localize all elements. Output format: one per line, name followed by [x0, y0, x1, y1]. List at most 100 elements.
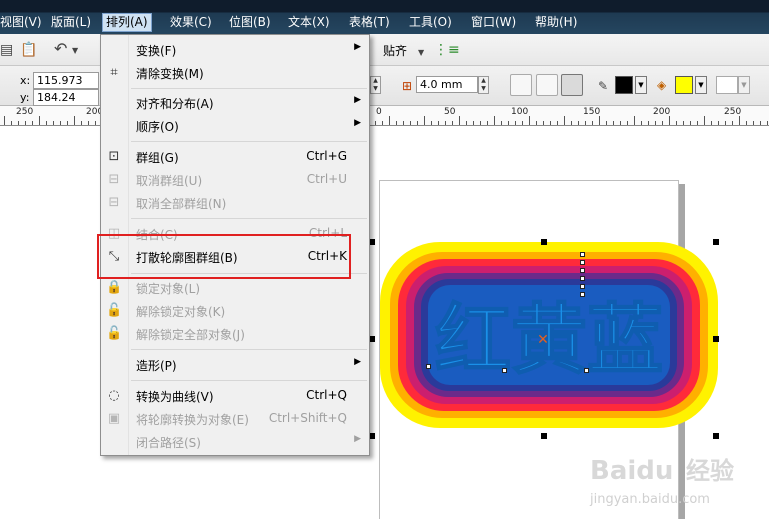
menu-item-lock-object[interactable]: 🔒 锁定对象(L) — [101, 277, 369, 299]
clear-transform-icon: ⌗ — [110, 65, 118, 80]
menu-text[interactable]: 文本(X) — [288, 14, 330, 30]
menu-table[interactable]: 表格(T) — [349, 14, 390, 30]
ruler-tick — [606, 121, 607, 125]
ruler-tick — [634, 116, 635, 125]
menu-item-label: 取消全部群组(N) — [136, 197, 227, 211]
ruler-tick — [74, 116, 75, 125]
outline-color-dropdown[interactable]: ▼ — [635, 76, 647, 94]
contour-to-center-button[interactable] — [510, 74, 532, 96]
menu-tools[interactable]: 工具(O) — [409, 14, 452, 30]
menu-window[interactable]: 窗口(W) — [471, 14, 516, 30]
menu-item-convert-to-curves[interactable]: ◌ 转换为曲线(V) Ctrl+Q — [101, 385, 369, 407]
selection-handle[interactable] — [713, 239, 719, 245]
x-label: x: — [20, 74, 31, 87]
menu-item-outline-to-object[interactable]: ▣ 将轮廓转换为对象(E) Ctrl+Shift+Q — [101, 408, 369, 430]
menu-arrange[interactable]: 排列(A) — [102, 13, 152, 32]
menu-item-ungroup-all[interactable]: ⊟ 取消全部群组(N) — [101, 192, 369, 214]
save-icon[interactable]: ▤ — [0, 42, 13, 58]
ruler-label: 250 — [16, 107, 34, 117]
menu-item-label: 转换为曲线(V) — [136, 390, 214, 404]
snap-dropdown-icon[interactable]: ▼ — [418, 45, 424, 61]
paste-icon[interactable]: 📋 — [20, 42, 37, 58]
ruler-tick — [515, 121, 516, 125]
contour-outside-button[interactable] — [561, 74, 583, 96]
selection-handle[interactable] — [541, 433, 547, 439]
menu-bitmaps[interactable]: 位图(B) — [229, 14, 271, 30]
ruler-tick — [592, 121, 593, 125]
ruler-tick — [459, 116, 460, 125]
submenu-arrow-icon: ▶ — [354, 118, 361, 128]
ruler-tick — [424, 116, 425, 125]
ruler-tick — [760, 121, 761, 125]
ruler-tick — [578, 121, 579, 125]
x-position-field[interactable]: 115.973 mm — [33, 72, 99, 102]
menu-separator — [131, 141, 367, 142]
menu-item-order[interactable]: 顺序(O) ▶ — [101, 115, 369, 137]
ruler-tick — [410, 121, 411, 125]
ruler-tick — [417, 121, 418, 125]
ruler-tick — [767, 121, 768, 125]
ruler-tick — [725, 121, 726, 125]
contour-node[interactable] — [584, 368, 589, 373]
undo-dropdown-icon[interactable]: ▼ — [72, 43, 78, 59]
contour-inside-button[interactable] — [536, 74, 558, 96]
ruler-tick — [522, 121, 523, 125]
menu-item-label: 取消群组(U) — [136, 174, 203, 188]
width-spinner[interactable]: ▲ ▼ — [370, 76, 381, 94]
menu-layout[interactable]: 版面(L) — [51, 14, 91, 30]
ruler-tick — [466, 121, 467, 125]
outline-width-field[interactable]: 4.0 mm — [416, 76, 478, 93]
selection-handle[interactable] — [713, 433, 719, 439]
contour-node[interactable] — [580, 284, 585, 289]
ruler-label: 50 — [444, 107, 456, 117]
ruler-tick — [53, 121, 54, 125]
menu-item-ungroup[interactable]: ⊟ 取消群组(U) Ctrl+U — [101, 169, 369, 191]
ruler-tick — [487, 121, 488, 125]
contour-text-artwork[interactable]: 红黄蓝 ✕ — [378, 236, 720, 432]
menu-item-label: 群组(G) — [136, 151, 179, 165]
ruler-tick — [690, 121, 691, 125]
menu-item-close-path[interactable]: 闭合路径(S) ▶ — [101, 431, 369, 453]
menu-view[interactable]: 视图(V) — [0, 14, 42, 30]
menu-item-group[interactable]: ⊡ 群组(G) Ctrl+G — [101, 146, 369, 168]
selection-handle[interactable] — [541, 239, 547, 245]
snap-to-button[interactable]: 贴齐 — [383, 43, 407, 59]
contour-node[interactable] — [426, 364, 431, 369]
contour-node[interactable] — [580, 268, 585, 273]
ruler-tick — [613, 121, 614, 125]
watermark-brand: Baidu — [590, 456, 673, 486]
selection-handle[interactable] — [713, 336, 719, 342]
menu-help[interactable]: 帮助(H) — [535, 14, 577, 30]
contour-node[interactable] — [580, 260, 585, 265]
menu-item-align-distribute[interactable]: 对齐和分布(A) ▶ — [101, 92, 369, 114]
menu-item-shaping[interactable]: 造形(P) ▶ — [101, 354, 369, 376]
undo-icon[interactable]: ↶ — [54, 41, 67, 57]
outline-width-spinner[interactable]: ▲ ▼ — [478, 76, 489, 94]
accel-color-swatch[interactable] — [716, 76, 738, 94]
ruler-tick — [718, 121, 719, 125]
fill-color-dropdown[interactable]: ▼ — [695, 76, 707, 94]
menu-item-unlock-all[interactable]: 🔓 解除锁定全部对象(J) — [101, 323, 369, 345]
y-position-field[interactable]: 184.24 mm — [33, 89, 99, 119]
outline-object-icon: ▣ — [107, 411, 121, 426]
outline-color-swatch[interactable] — [615, 76, 633, 94]
menu-item-transform[interactable]: 变换(F) ▶ — [101, 39, 369, 61]
ruler-tick — [60, 121, 61, 125]
menu-effects[interactable]: 效果(C) — [170, 14, 212, 30]
ruler-tick — [508, 121, 509, 125]
fill-color-swatch[interactable] — [675, 76, 693, 94]
menu-separator — [131, 349, 367, 350]
ruler-tick — [39, 116, 40, 125]
menu-item-unlock-object[interactable]: 🔓 解除锁定对象(K) — [101, 300, 369, 322]
outline-pen-icon: ✎ — [598, 79, 609, 93]
ruler-tick — [494, 116, 495, 125]
menu-item-clear-transform[interactable]: ⌗ 清除变换(M) — [101, 62, 369, 84]
contour-node[interactable] — [580, 252, 585, 257]
ruler-tick — [396, 121, 397, 125]
contour-node[interactable] — [580, 276, 585, 281]
contour-node[interactable] — [580, 292, 585, 297]
snap-options-icon[interactable]: ⋮≡ — [434, 42, 460, 58]
menu-separator — [131, 88, 367, 89]
contour-node[interactable] — [502, 368, 507, 373]
accel-color-dropdown[interactable]: ▼ — [738, 76, 750, 94]
